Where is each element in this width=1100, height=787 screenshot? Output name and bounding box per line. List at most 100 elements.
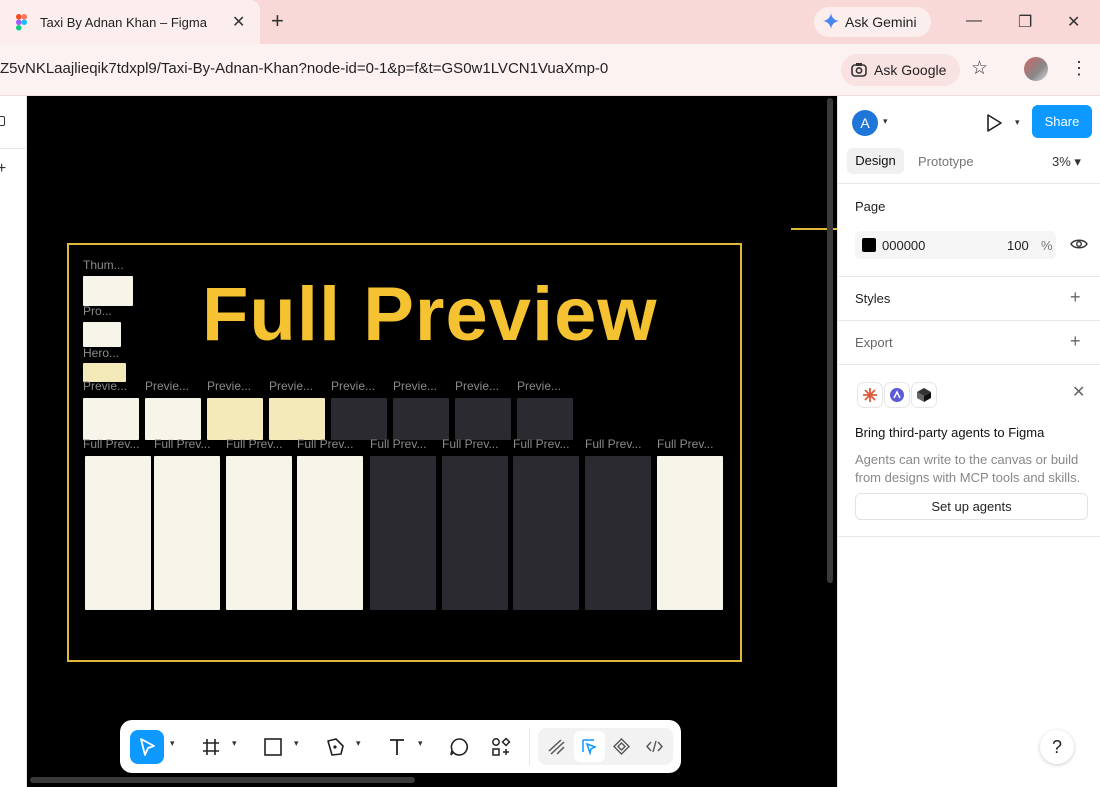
full-preview-frame[interactable]: [442, 456, 508, 610]
preview-frame[interactable]: [331, 398, 387, 440]
gemini-star-icon: [823, 13, 839, 29]
preview-frame[interactable]: [207, 398, 263, 440]
layers-toggle-icon[interactable]: [0, 116, 5, 126]
divider: [838, 364, 1100, 365]
code-brackets-icon: [646, 740, 663, 753]
horizontal-scrollbar[interactable]: [30, 777, 415, 783]
zoom-dropdown[interactable]: 3% ▾: [1052, 154, 1081, 170]
export-section-title: Export: [855, 335, 893, 350]
full-preview-label: Full Prev...: [442, 437, 499, 451]
browser-menu-icon[interactable]: ⋮: [1070, 58, 1088, 79]
dismiss-close-icon[interactable]: ✕: [1072, 382, 1085, 402]
rectangle-tool-button[interactable]: [256, 730, 290, 764]
chevron-down-icon[interactable]: ▾: [1015, 117, 1020, 128]
actions-shapes-icon: [492, 737, 511, 756]
preview-label: Previe...: [331, 379, 376, 393]
present-play-icon[interactable]: [984, 113, 1004, 133]
profile-avatar[interactable]: [1024, 57, 1048, 81]
full-preview-frame[interactable]: [513, 456, 579, 610]
share-button[interactable]: Share: [1032, 105, 1092, 138]
browser-tab[interactable]: Taxi By Adnan Khan – Figma ✕: [0, 0, 260, 44]
chevron-down-icon[interactable]: ▾: [883, 116, 888, 127]
ask-google-label: Ask Google: [874, 62, 947, 78]
design-mode-button[interactable]: [574, 731, 605, 762]
add-page-icon[interactable]: +: [0, 160, 6, 178]
preview-frame[interactable]: [83, 398, 139, 440]
new-tab-button[interactable]: +: [271, 9, 284, 33]
opacity-value[interactable]: 100: [1007, 238, 1029, 253]
ask-google-button[interactable]: Ask Google: [841, 54, 960, 86]
full-preview-label: Full Prev...: [297, 437, 354, 451]
full-preview-frame[interactable]: [657, 456, 723, 610]
page-section-title: Page: [855, 199, 886, 214]
claude-agent-icon: [857, 382, 883, 408]
full-preview-frame[interactable]: [85, 456, 151, 610]
user-avatar[interactable]: A: [852, 110, 878, 136]
preview-frame[interactable]: [393, 398, 449, 440]
page-color-field[interactable]: 000000 100 %: [855, 231, 1056, 259]
preview-frame[interactable]: [455, 398, 511, 440]
full-preview-frame[interactable]: [370, 456, 436, 610]
hero-label: Hero...: [83, 346, 120, 360]
chevron-down-icon[interactable]: ▾: [418, 738, 423, 749]
pen-tool-button[interactable]: [318, 730, 352, 764]
styles-section-title: Styles: [855, 291, 891, 306]
bookmark-star-icon[interactable]: ☆: [971, 57, 988, 80]
pro-label: Pro...: [83, 304, 112, 318]
draw-squiggle-icon: [548, 739, 565, 755]
agents-promo-description: Agents can write to the canvas or build …: [855, 452, 1081, 485]
tab-prototype[interactable]: Prototype: [918, 154, 974, 169]
add-style-plus-icon[interactable]: +: [1070, 287, 1081, 308]
preview-label: Previe...: [83, 379, 128, 393]
ask-gemini-button[interactable]: Ask Gemini: [814, 7, 931, 37]
frame-tool-button[interactable]: [194, 730, 228, 764]
tab-design[interactable]: Design: [847, 148, 904, 174]
chevron-down-icon[interactable]: ▾: [294, 738, 299, 749]
full-preview-frame[interactable]: [154, 456, 220, 610]
divider: [0, 148, 25, 149]
agent-app-icon: [884, 382, 910, 408]
full-preview-frame[interactable]: [297, 456, 363, 610]
design-canvas[interactable]: Full Preview Thum... Pro... Hero... Prev…: [27, 96, 837, 787]
chevron-down-icon[interactable]: ▾: [170, 738, 175, 749]
move-tool-button[interactable]: [130, 730, 164, 764]
pen-nib-icon: [327, 738, 344, 756]
full-preview-label: Full Prev...: [154, 437, 211, 451]
draw-mode-button[interactable]: [541, 731, 572, 762]
color-hex-value[interactable]: 000000: [882, 238, 925, 253]
cursor-agent-icon: [911, 382, 937, 408]
google-lens-icon: [851, 63, 867, 77]
dev-mode-button[interactable]: [639, 731, 670, 762]
chevron-down-icon[interactable]: ▾: [232, 738, 237, 749]
comment-tool-button[interactable]: [442, 730, 476, 764]
pro-frame[interactable]: [83, 322, 121, 347]
restore-icon[interactable]: ❐: [1018, 12, 1032, 32]
full-preview-frame[interactable]: [585, 456, 651, 610]
chevron-down-icon[interactable]: ▾: [356, 738, 361, 749]
url-field[interactable]: Z5vNKLaajlieqik7tdxpl9/Taxi-By-Adnan-Kha…: [0, 60, 608, 77]
divider: [838, 276, 1100, 277]
preview-frame[interactable]: [145, 398, 201, 440]
components-mode-button[interactable]: [606, 731, 637, 762]
actions-tool-button[interactable]: [484, 730, 518, 764]
set-up-agents-button[interactable]: Set up agents: [855, 493, 1088, 520]
divider: [838, 320, 1100, 321]
help-button[interactable]: ?: [1040, 730, 1074, 764]
preview-label: Previe...: [207, 379, 252, 393]
close-window-icon[interactable]: ✕: [1067, 12, 1080, 32]
color-swatch[interactable]: [862, 238, 876, 252]
left-sidebar-collapsed: +: [0, 96, 27, 787]
add-export-plus-icon[interactable]: +: [1070, 331, 1081, 352]
thumbnail-frame[interactable]: [83, 276, 133, 306]
text-tool-button[interactable]: [380, 730, 414, 764]
minimize-icon[interactable]: —: [966, 12, 982, 30]
preview-frame[interactable]: [269, 398, 325, 440]
eye-visibility-icon[interactable]: [1070, 238, 1088, 250]
full-preview-frame[interactable]: [226, 456, 292, 610]
tab-close-icon[interactable]: ✕: [232, 12, 245, 32]
preview-frame[interactable]: [517, 398, 573, 440]
figma-logo-icon: [16, 14, 27, 31]
full-preview-label: Full Prev...: [513, 437, 570, 451]
comment-bubble-icon: [450, 738, 468, 756]
vertical-scrollbar[interactable]: [827, 98, 833, 583]
